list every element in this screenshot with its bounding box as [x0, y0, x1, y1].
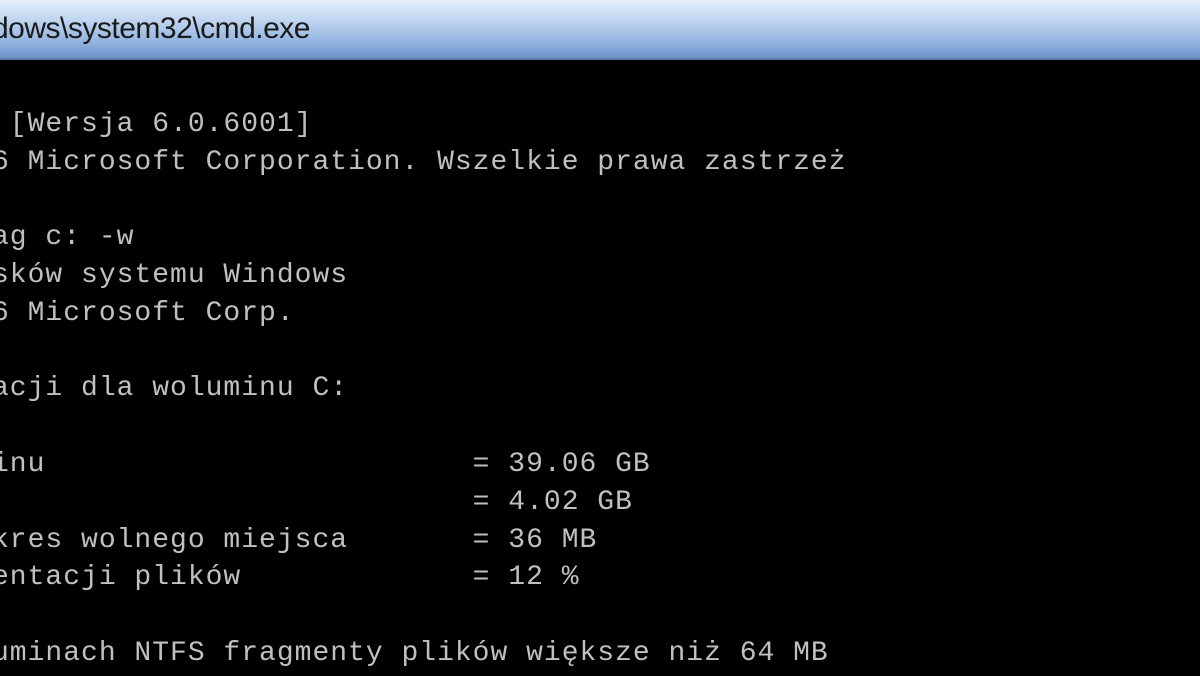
terminal-line: [Wersja 6.0.6001] — [0, 109, 312, 140]
terminal-line: 6 Microsoft Corporation. Wszelkie prawa … — [0, 147, 847, 178]
terminal-line: inu = 39.06 GB — [0, 449, 651, 480]
terminal-line: acji dla woluminu C: — [0, 373, 348, 404]
terminal-line: 6 Microsoft Corp. — [0, 298, 295, 329]
terminal-output[interactable]: [Wersja 6.0.6001] 6 Microsoft Corporatio… — [0, 60, 1200, 676]
terminal-line: kres wolnego miejsca = 36 MB — [0, 525, 597, 556]
terminal-line: ag c: -w — [0, 222, 134, 253]
terminal-line: sków systemu Windows — [0, 260, 348, 291]
window-title-text: dows\system32\cmd.exe — [0, 12, 310, 46]
terminal-line: = 4.02 GB — [0, 487, 633, 518]
terminal-line: entacji plików = 12 % — [0, 562, 580, 593]
terminal-line: uminach NTFS fragmenty plików większe ni… — [0, 638, 829, 669]
window-title-bar[interactable]: dows\system32\cmd.exe — [0, 0, 1200, 60]
